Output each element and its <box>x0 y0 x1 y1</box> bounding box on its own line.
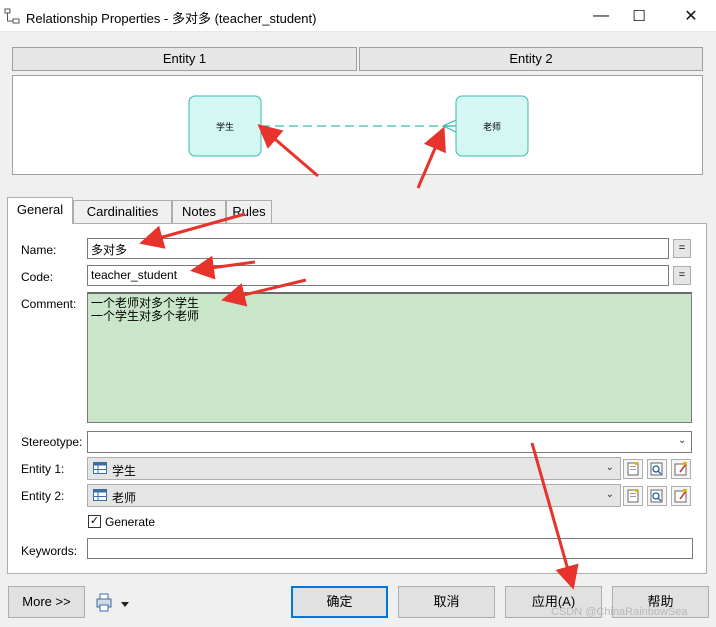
chevron-down-icon: ⌄ <box>605 489 614 500</box>
cancel-button[interactable]: 取消 <box>398 586 495 618</box>
code-label: Code: <box>21 270 54 284</box>
entity1-find-button[interactable] <box>647 459 667 479</box>
watermark: CSDN @ChinaRainbowSea <box>551 606 688 618</box>
find-in-diagram-icon <box>650 462 663 476</box>
ok-button[interactable]: 确定 <box>291 586 388 618</box>
generate-label: Generate <box>105 515 156 529</box>
keywords-input[interactable] <box>87 538 693 559</box>
close-button[interactable]: ✕ <box>668 0 714 32</box>
tab-cardinalities[interactable]: Cardinalities <box>73 200 172 223</box>
code-input[interactable]: teacher_student <box>87 265 669 286</box>
comment-label: Comment: <box>21 297 77 311</box>
entity2-box-label[interactable]: 老师 <box>456 120 528 133</box>
entity1-header: Entity 1 <box>12 47 357 71</box>
new-document-icon <box>627 489 639 503</box>
entity2-select[interactable]: 老师 ⌄ <box>87 484 621 507</box>
code-eq-button[interactable]: = <box>673 266 691 285</box>
new-document-icon <box>627 462 639 476</box>
stereotype-chevron-icon[interactable]: ⌄ <box>678 435 686 446</box>
stereotype-select[interactable] <box>87 431 692 453</box>
entity2-find-button[interactable] <box>647 486 667 506</box>
maximize-button[interactable]: ☐ <box>616 0 662 32</box>
printer-icon <box>96 593 129 612</box>
entity2-edit-button[interactable] <box>671 486 691 506</box>
edit-properties-icon <box>674 462 687 476</box>
crowfoot-icon <box>441 119 457 133</box>
entity1-box-label[interactable]: 学生 <box>189 120 261 133</box>
tab-notes[interactable]: Notes <box>172 200 226 223</box>
entity1-edit-button[interactable] <box>671 459 691 479</box>
name-label: Name: <box>21 243 57 257</box>
tab-general[interactable]: General <box>7 197 73 224</box>
relationship-icon <box>4 8 20 24</box>
title-bar: Relationship Properties - 多对多 (teacher_s… <box>0 0 716 32</box>
entity1-properties-button[interactable] <box>623 459 643 479</box>
entity2-header: Entity 2 <box>359 47 703 71</box>
name-input[interactable]: 多对多 <box>87 238 669 259</box>
tab-rules[interactable]: Rules <box>226 200 272 223</box>
entity1-select[interactable]: 学生 ⌄ <box>87 457 621 480</box>
chevron-down-icon: ⌄ <box>605 462 614 473</box>
keywords-label: Keywords: <box>21 544 78 558</box>
find-in-diagram-icon <box>650 489 663 503</box>
print-menu-button[interactable] <box>95 593 135 613</box>
diagram-canvas <box>188 95 529 157</box>
edit-properties-icon <box>674 489 687 503</box>
more-button[interactable]: More >> <box>8 586 85 618</box>
window-title: Relationship Properties - 多对多 (teacher_s… <box>26 11 317 26</box>
table-icon <box>93 462 107 474</box>
relationship-diagram: 学生 老师 <box>12 75 703 175</box>
entity1-select-value: 学生 <box>112 464 137 478</box>
table-icon <box>93 489 107 501</box>
generate-checkbox[interactable]: ✓ <box>88 515 101 528</box>
name-eq-button[interactable]: = <box>673 239 691 258</box>
entity2-label: Entity 2: <box>21 489 65 503</box>
comment-textarea[interactable]: 一个老师对多个学生 一个学生对多个老师 <box>87 292 692 423</box>
entity1-label: Entity 1: <box>21 462 65 476</box>
stereotype-label: Stereotype: <box>21 435 83 449</box>
entity2-select-value: 老师 <box>112 491 137 505</box>
entity2-properties-button[interactable] <box>623 486 643 506</box>
